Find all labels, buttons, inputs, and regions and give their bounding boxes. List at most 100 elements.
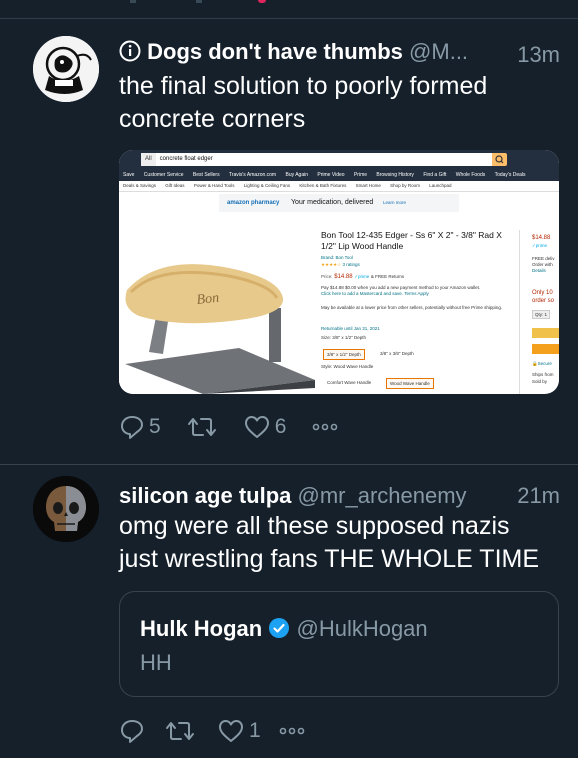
faint-action-remnant (130, 0, 136, 3)
buybox-free-delivery: FREE deliv (532, 256, 555, 261)
reply-count: 5 (149, 415, 161, 438)
price-label: Price: (321, 274, 333, 279)
reply-icon (121, 720, 143, 743)
info-circle-icon (119, 40, 141, 62)
buy-now-button (532, 344, 559, 354)
nav-item: Buy Again (285, 172, 309, 178)
buybox-sold-by: Sold by (532, 379, 548, 384)
buybox-stock: Only 10 (532, 290, 553, 296)
quoted-user-handle: @HulkHogan (296, 616, 428, 641)
tweet-text-line: concrete corners (119, 105, 306, 133)
search-query: concrete float edger (159, 156, 213, 162)
buybox-qty: Qty: 1 (532, 310, 551, 319)
returns-text: & FREE Returns (370, 274, 405, 279)
retweet-icon (187, 418, 216, 436)
edger-product-image: Bon (119, 212, 319, 394)
tweet-header: Dogs don't have thumbs @M... (119, 39, 468, 65)
subnav-item: Shop by Room (390, 183, 420, 188)
quoted-display-name: Hulk Hogan (140, 616, 263, 641)
style-label: Style: Wood Wave Handle (321, 364, 374, 369)
tweet-divider (0, 464, 578, 465)
more-dots-icon (313, 423, 338, 431)
display-name[interactable]: silicon age tulpa (119, 483, 291, 508)
banner-link: Learn more (382, 200, 406, 205)
tweet-text: the final solution to poorly formed conc… (119, 70, 559, 136)
search-category: All (141, 153, 156, 166)
size-option-selected: 3/8" x 1/2" Depth (323, 349, 365, 360)
dog-astronaut-avatar-icon (33, 36, 99, 102)
prime-logo-icon: ✓prime (354, 274, 370, 279)
avatar[interactable] (33, 36, 99, 102)
like-button[interactable]: 1 (217, 718, 261, 744)
banner-brand: amazon pharmacy (227, 200, 280, 206)
returnable-text: Returnable until Jan 31, 2021 (321, 326, 380, 331)
nav-item: Whole Foods (455, 172, 486, 178)
price-row: Price: $14.88 ✓prime & FREE Returns (321, 274, 404, 280)
buybox-details: Details (532, 268, 546, 273)
avatar[interactable] (33, 476, 99, 542)
subnav-item: Lighting & Ceiling Fans (243, 183, 291, 188)
nav-item: Travis's Amazon.com (228, 172, 277, 178)
add-to-cart-button (532, 328, 559, 338)
user-handle[interactable]: @mr_archenemy (298, 483, 467, 508)
tweet-media-image[interactable]: All concrete float edger Save Customer Se… (119, 150, 559, 394)
tweet-text-line: just wrestling fans THE WHOLE TIME (119, 545, 540, 573)
buy-box: $14.88 ✓prime FREE deliv Order with Deta… (519, 230, 559, 394)
subnav-item: Power & Hand Tools (193, 183, 235, 188)
tweet-text-line: the final solution to poorly formed (119, 72, 488, 100)
display-name[interactable]: Dogs don't have thumbs (147, 39, 403, 64)
heart-icon (244, 416, 269, 438)
tweet-text-line: omg were all these supposed nazis (119, 512, 510, 540)
skull-avatar-icon (33, 476, 99, 542)
nav-item: Browsing History (376, 172, 414, 178)
more-options-button[interactable] (279, 725, 305, 737)
like-count: 1 (249, 719, 261, 742)
retweet-icon (166, 722, 194, 740)
nav-item: Best Sellers (192, 172, 220, 178)
banner-text: Your medication, delivered (291, 199, 374, 206)
previous-tweet-edge (0, 0, 578, 19)
user-handle[interactable]: @M... (409, 39, 468, 64)
quoted-tweet[interactable]: Hulk Hogan @HulkHogan HH (119, 591, 559, 697)
retweet-button[interactable] (187, 414, 217, 440)
rating-row: ★★★★☆ 3 ratings (321, 262, 360, 268)
buybox-order-soon: order so (532, 298, 555, 304)
nav-item: Save (123, 172, 135, 178)
like-count: 6 (274, 415, 287, 438)
ratings-count: 3 ratings (342, 262, 360, 267)
buybox-price: $14.88 (532, 235, 551, 241)
subnav-item: Launchpad (429, 183, 452, 188)
pharmacy-banner: amazon pharmacy Your medication, deliver… (219, 194, 459, 212)
timestamp[interactable]: 13m (517, 42, 560, 68)
tweet-actions: 1 (119, 716, 331, 746)
liked-heart-remnant (258, 0, 266, 3)
subnav-item: Deals & Savings (123, 183, 157, 188)
quoted-tweet-text: HH (140, 650, 172, 675)
heart-icon (219, 720, 243, 742)
tweet-actions: 5 6 (119, 412, 364, 442)
timestamp[interactable]: 21m (517, 483, 560, 509)
reply-button[interactable] (119, 718, 145, 744)
style-option: Comfort Wave Handle (327, 380, 372, 385)
nav-item: Customer Service (143, 172, 184, 178)
nav-item: Prime Video (317, 172, 345, 178)
retweet-button[interactable] (165, 718, 195, 744)
reply-button[interactable]: 5 (119, 414, 161, 440)
nav-item: Find a Gift (423, 172, 447, 178)
like-button[interactable]: 6 (243, 414, 287, 440)
price-value: $14.88 (334, 274, 353, 280)
more-options-button[interactable] (312, 421, 338, 433)
size-label: Size: 3/8" x 1/2" Depth (321, 335, 366, 340)
subnav-item: Smart Home (355, 183, 381, 188)
prime-logo-icon: ✓prime (532, 243, 548, 248)
product-brand: Brand: Bon Tool (321, 255, 353, 260)
more-dots-icon (279, 727, 304, 735)
mastercard-line: Click here to add a Mastercard and save.… (321, 291, 429, 296)
rating-stars-icon: ★★★★☆ (321, 262, 342, 267)
buybox-order-with: Order with (532, 262, 553, 267)
search-icon (492, 153, 507, 166)
subnav-item: Gift Ideas (165, 183, 185, 188)
subnav-item: Kitchen & Bath Fixtures (299, 183, 347, 188)
amazon-subnav: Deals & Savings Gift Ideas Power & Hand … (119, 181, 559, 192)
amazon-nav: Save Customer Service Best Sellers Travi… (119, 170, 559, 181)
